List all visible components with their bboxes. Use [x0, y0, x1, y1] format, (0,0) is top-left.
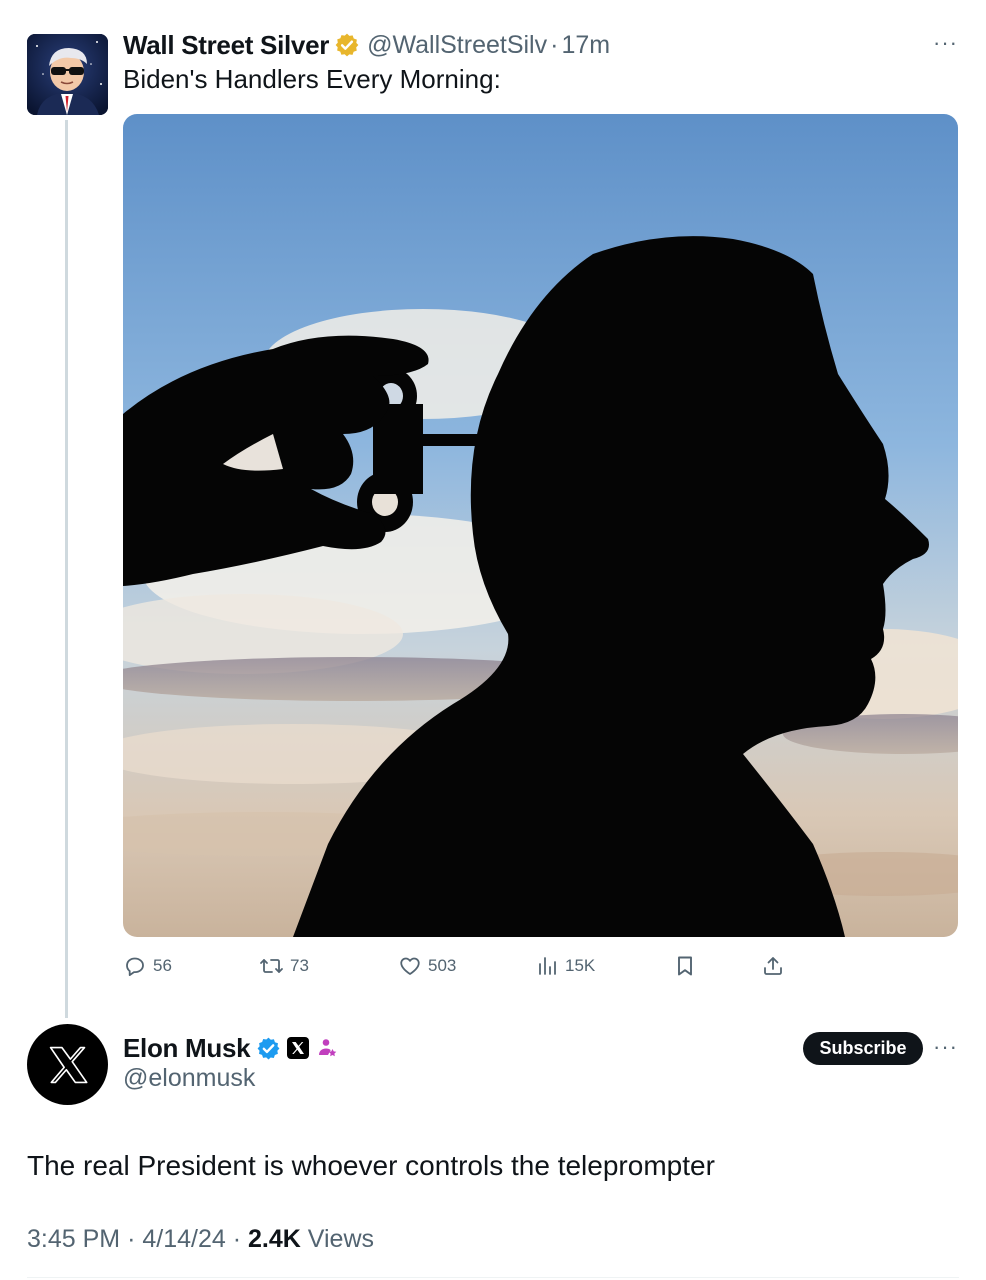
- views-count: 15K: [565, 956, 596, 975]
- government-affiliation-person-icon[interactable]: [315, 1036, 339, 1060]
- heart-icon: [400, 957, 420, 975]
- x-affiliation-icon[interactable]: [287, 1037, 310, 1059]
- repost-arrows-icon: [260, 959, 283, 973]
- subscribe-button[interactable]: Subscribe: [803, 1032, 923, 1065]
- bar-chart-views-icon: [539, 957, 556, 975]
- thread-connector-line: [65, 120, 68, 1018]
- post-date[interactable]: 4/14/24: [142, 1225, 225, 1253]
- post-time[interactable]: 3:45 PM: [27, 1225, 120, 1253]
- reply-author-avatar[interactable]: [27, 1024, 108, 1105]
- verified-badge-blue-icon[interactable]: [256, 1036, 281, 1061]
- repost-count: 73: [290, 956, 309, 975]
- repost-action[interactable]: 73: [259, 950, 309, 982]
- reply-author-display-name[interactable]: Elon Musk: [123, 1033, 251, 1064]
- share-upload-icon: [764, 957, 782, 975]
- like-count: 503: [428, 956, 457, 975]
- reply-header: Elon Musk: [123, 1030, 339, 1066]
- x-logo-avatar-icon: [49, 1046, 88, 1083]
- reply-more-options-button[interactable]: ···: [933, 1034, 958, 1060]
- views-total[interactable]: 2.4K: [248, 1225, 301, 1253]
- share-action[interactable]: [761, 950, 785, 982]
- tweet-media-image[interactable]: [123, 114, 958, 937]
- more-options-button[interactable]: ···: [933, 30, 958, 56]
- tweet-header: Wall Street Silver @WallStreetSilv · 17m: [123, 28, 610, 62]
- bookmark-icon: [678, 956, 692, 976]
- separator-dot: ·: [550, 30, 559, 59]
- author-display-name[interactable]: Wall Street Silver: [123, 30, 329, 61]
- tweet-text: Biden's Handlers Every Morning:: [123, 64, 501, 94]
- reply-author-handle[interactable]: @elonmusk: [123, 1064, 255, 1093]
- views-action[interactable]: 15K: [537, 950, 595, 982]
- reply-bubble-icon: [126, 957, 144, 976]
- like-action[interactable]: 503: [398, 950, 456, 982]
- verified-badge-gold-icon[interactable]: [334, 32, 360, 58]
- separator-dot: ·: [127, 1225, 136, 1253]
- author-avatar[interactable]: [27, 34, 108, 115]
- x-mark-icon: [292, 1042, 305, 1054]
- divider: [27, 1277, 959, 1278]
- reply-count: 56: [153, 956, 172, 975]
- reply-action[interactable]: 56: [123, 950, 172, 982]
- tweet-timestamp[interactable]: 17m: [561, 31, 610, 60]
- tweet-meta-row: 3:45 PM · 4/14/24 · 2.4K Views: [27, 1225, 374, 1254]
- silhouette-wind-up-key-image-icon: [123, 114, 958, 937]
- reply-tweet-text: The real President is whoever controls t…: [27, 1150, 715, 1181]
- cartoon-man-sunglasses-avatar-icon: [27, 34, 108, 115]
- author-handle[interactable]: @WallStreetSilv: [367, 31, 547, 60]
- views-label: Views: [307, 1225, 375, 1253]
- separator-dot: ·: [232, 1225, 242, 1253]
- bookmark-action[interactable]: [674, 950, 696, 982]
